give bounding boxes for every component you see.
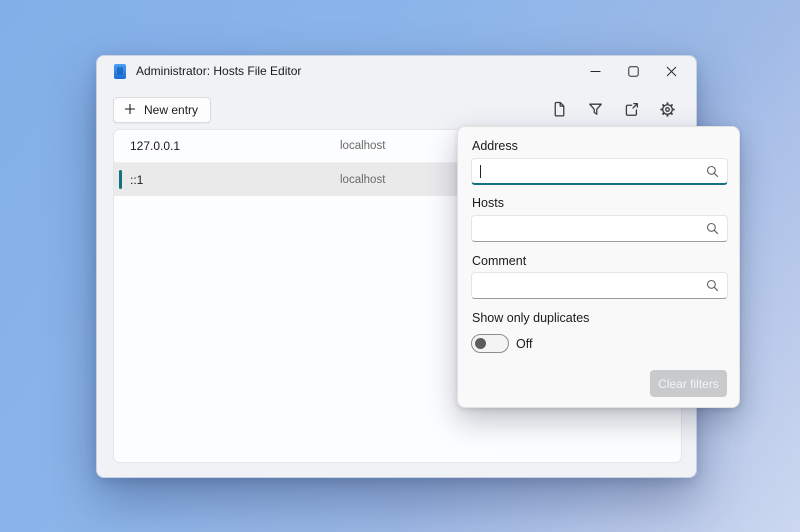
- maximize-button[interactable]: [614, 57, 652, 85]
- new-file-icon: [551, 101, 568, 121]
- comment-label: Comment: [472, 254, 526, 268]
- new-entry-label: New entry: [144, 103, 198, 117]
- filter-icon: [587, 101, 604, 121]
- address-field-wrap: [471, 158, 728, 185]
- search-icon: [706, 222, 719, 240]
- settings-icon: [659, 101, 676, 121]
- filter-button[interactable]: [582, 98, 609, 123]
- selection-indicator: [119, 170, 122, 189]
- toolbar-icons: [546, 98, 681, 123]
- entry-hosts: localhost: [340, 140, 385, 152]
- close-icon: [666, 66, 677, 77]
- window-title: Administrator: Hosts File Editor: [136, 64, 301, 78]
- open-external-icon: [623, 101, 640, 121]
- clear-filters-button[interactable]: Clear filters: [650, 370, 727, 397]
- entry-hosts: localhost: [340, 174, 385, 186]
- app-icon: [114, 64, 126, 79]
- plus-icon: [124, 103, 136, 118]
- minimize-button[interactable]: [576, 57, 614, 85]
- comment-filter-input[interactable]: [471, 272, 728, 299]
- entry-address: ::1: [130, 173, 143, 187]
- window-controls: [576, 57, 690, 85]
- search-icon: [706, 279, 719, 297]
- toggle-state-label: Off: [516, 337, 532, 351]
- desktop-background: Administrator: Hosts File Editor: [0, 0, 800, 532]
- filter-flyout: Address Hosts Comment: [457, 126, 740, 408]
- new-file-button[interactable]: [546, 98, 573, 123]
- hosts-field-wrap: [471, 215, 728, 242]
- show-only-duplicates-label: Show only duplicates: [472, 311, 589, 325]
- address-filter-input[interactable]: [471, 158, 728, 185]
- hosts-label: Hosts: [472, 196, 504, 210]
- duplicates-toggle[interactable]: [471, 334, 509, 353]
- new-entry-button[interactable]: New entry: [113, 97, 211, 123]
- hosts-filter-input[interactable]: [471, 215, 728, 242]
- maximize-icon: [628, 66, 639, 77]
- search-icon: [706, 165, 719, 183]
- entry-address: 127.0.0.1: [130, 139, 180, 153]
- text-caret: [480, 165, 481, 178]
- toggle-knob: [475, 338, 486, 349]
- close-button[interactable]: [652, 57, 690, 85]
- minimize-icon: [590, 66, 601, 77]
- open-external-button[interactable]: [618, 98, 645, 123]
- address-label: Address: [472, 139, 518, 153]
- comment-field-wrap: [471, 272, 728, 299]
- settings-button[interactable]: [654, 98, 681, 123]
